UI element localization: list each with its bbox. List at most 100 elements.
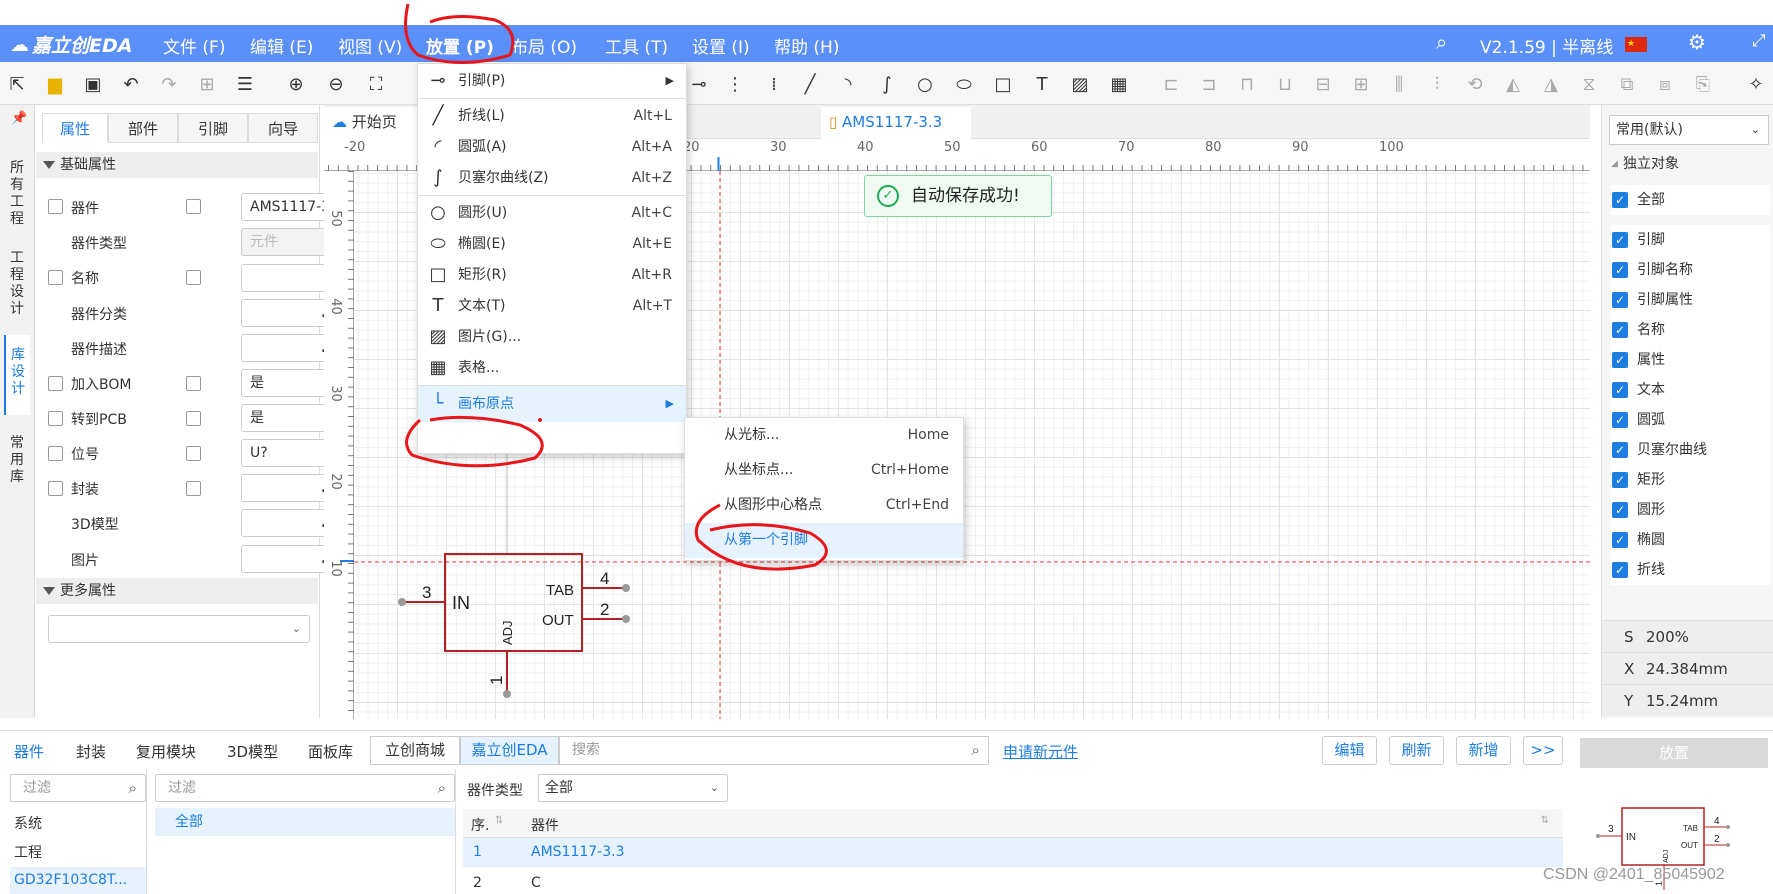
select-icon[interactable]: ⇱ (6, 73, 28, 95)
pin-panel-icon[interactable]: 📌 (11, 111, 27, 126)
tree-filter-input[interactable]: 过滤 ⌕ (10, 774, 146, 802)
folder-icon[interactable]: ▆ (44, 73, 66, 95)
filter-item-all[interactable]: ✓ 全部 (1611, 185, 1771, 215)
menu-item-arc[interactable]: ◜ 圆弧(A) Alt+A (418, 130, 686, 164)
source-lcsc[interactable]: 立创商城 (370, 736, 460, 765)
menu-item-bezier[interactable]: ∫ 贝塞尔曲线(Z) Alt+Z (418, 161, 686, 195)
type-select[interactable]: 全部 ⌄ (538, 774, 728, 802)
filter-item-pin-name[interactable]: ✓ 引脚名称 (1611, 255, 1771, 285)
search-icon[interactable]: ⌕ (438, 775, 446, 801)
table-row[interactable]: 1 AMS1117-3.3 (463, 838, 1563, 867)
btab-3d-models[interactable]: 3D模型 (227, 741, 278, 762)
vtab-project-design[interactable]: 工程设计 (4, 250, 30, 320)
section-basic[interactable]: 基础属性 (36, 152, 318, 178)
tab-properties[interactable]: 属性 (42, 113, 108, 143)
image-tool-icon[interactable]: ▨ (1069, 73, 1091, 95)
arc-tool-icon[interactable]: ◝ (837, 73, 859, 95)
rotate-icon[interactable]: ⟲ (1464, 73, 1486, 95)
bom-checkbox[interactable] (48, 376, 63, 391)
submenu-from-first-pin[interactable]: 从第一个引脚 (685, 523, 963, 558)
vtab-common-library[interactable]: 常用库 (4, 435, 30, 505)
ellipse-tool-icon[interactable]: ⬭ (953, 73, 975, 95)
col-device[interactable]: 器件 (531, 815, 559, 835)
front-icon[interactable]: ⧉ (1616, 73, 1638, 95)
filter-item-text[interactable]: ✓ 文本 (1611, 375, 1771, 405)
menu-layout[interactable]: 布局 (O) (511, 33, 577, 58)
submenu-from-center-grid[interactable]: 从图形中心格点 Ctrl+End (685, 488, 963, 523)
align-left-icon[interactable]: ⊏ (1160, 73, 1182, 95)
menu-item-pin[interactable]: ⊸ 引脚(P) ▶ (418, 64, 686, 98)
filter-item-attr[interactable]: ✓ 属性 (1611, 345, 1771, 375)
find-icon[interactable]: ☰ (234, 73, 256, 95)
source-jlceda[interactable]: 嘉立创EDA (460, 736, 559, 765)
refresh-button[interactable]: 刷新 (1389, 736, 1444, 765)
expand-icon[interactable]: ⤢ (1752, 31, 1766, 51)
copy-icon[interactable]: ⎘ (1692, 73, 1714, 95)
submenu-from-cursor[interactable]: 从光标... Home (685, 418, 963, 453)
back-icon[interactable]: ⧈ (1654, 73, 1676, 95)
bezier-tool-icon[interactable]: ∫ (876, 73, 898, 95)
designator-lock-checkbox[interactable] (186, 446, 201, 461)
submenu-from-coordinate[interactable]: 从坐标点... Ctrl+Home (685, 453, 963, 488)
menu-item-polyline[interactable]: ╱ 折线(L) Alt+L (418, 99, 686, 133)
name-checkbox[interactable] (48, 270, 63, 285)
group-icon[interactable]: ⊞ (196, 73, 218, 95)
distribute-v-icon[interactable]: ⫶ (1426, 73, 1448, 95)
menu-item-circle[interactable]: ○ 圆形(U) Alt+C (418, 196, 686, 230)
align-hcenter-icon[interactable]: ⊟ (1312, 73, 1334, 95)
align-top-icon[interactable]: ⊓ (1236, 73, 1258, 95)
edit-button[interactable]: 编辑 (1322, 736, 1377, 765)
align-bottom-icon[interactable]: ⊔ (1274, 73, 1296, 95)
menu-help[interactable]: 帮助 (H) (774, 33, 839, 58)
rect-tool-icon[interactable]: □ (992, 73, 1014, 95)
menu-item-text[interactable]: T 文本(T) Alt+T (418, 289, 686, 323)
filter-item-pin-attr[interactable]: ✓ 引脚属性 (1611, 285, 1771, 315)
btab-panel-library[interactable]: 面板库 (308, 741, 353, 762)
align-right-icon[interactable]: ⊐ (1198, 73, 1220, 95)
menu-file[interactable]: 文件 (F) (163, 33, 225, 58)
circle-tool-icon[interactable]: ○ (914, 73, 936, 95)
filter-item-arc[interactable]: ✓ 圆弧 (1611, 405, 1771, 435)
menu-item-table[interactable]: ▦ 表格... (418, 351, 686, 385)
device-lock-checkbox[interactable] (186, 199, 201, 214)
filter-item-name[interactable]: ✓ 名称 (1611, 315, 1771, 345)
category-all[interactable]: 全部 (155, 808, 455, 836)
flag-icon[interactable]: ★ (1625, 37, 1647, 52)
sort-icon[interactable]: ⇅ (1541, 815, 1549, 826)
search-icon[interactable]: ⌕ (972, 737, 980, 763)
menu-item-image[interactable]: ▨ 图片(G)... (418, 320, 686, 354)
bom-lock-checkbox[interactable] (186, 376, 201, 391)
filter-item-ellipse[interactable]: ✓ 椭圆 (1611, 525, 1771, 555)
menu-item-canvas-origin[interactable]: └ 画布原点 ▶ (418, 386, 686, 422)
distribute-h-icon[interactable]: ⫼ (1388, 73, 1410, 95)
menu-place[interactable]: 放置 (P) (426, 33, 494, 58)
vtab-library-design[interactable]: 库设计 (4, 335, 30, 415)
filter-item-rect[interactable]: ✓ 矩形 (1611, 465, 1771, 495)
tab-wizard[interactable]: 向导 (248, 113, 318, 143)
filter-preset-select[interactable]: 常用(默认) ⌄ (1609, 115, 1769, 145)
tab-start-page[interactable]: ☁ 开始页 (324, 107, 419, 139)
menu-tools[interactable]: 工具 (T) (605, 33, 668, 58)
menu-settings[interactable]: 设置 (I) (692, 33, 750, 58)
redo-icon[interactable]: ↷ (158, 73, 180, 95)
polyline-tool-icon[interactable]: ╱ (799, 73, 821, 95)
text-tool-icon[interactable]: T (1031, 73, 1053, 95)
tree-item-project[interactable]: 工程 (14, 842, 42, 862)
tab-ams1117[interactable]: ▯ AMS1117-3.3 (821, 107, 971, 139)
menu-view[interactable]: 视图 (V) (338, 33, 402, 58)
expand-button[interactable]: >> (1523, 736, 1563, 765)
btab-devices[interactable]: 器件 (14, 741, 44, 762)
zoom-out-icon[interactable]: ⊖ (325, 73, 347, 95)
save-icon[interactable]: ▣ (82, 73, 104, 95)
btab-reuse-blocks[interactable]: 复用模块 (136, 741, 196, 762)
section-more[interactable]: 更多属性 (36, 578, 318, 604)
vtab-all-projects[interactable]: 所有工程 (4, 160, 30, 230)
filter-item-bezier[interactable]: ✓ 贝塞尔曲线 (1611, 435, 1771, 465)
pin-tool-icon[interactable]: ⊸ (688, 73, 710, 95)
footprint-lock-checkbox[interactable] (186, 481, 201, 496)
more-props-select[interactable]: ⌄ (48, 615, 310, 643)
add-button[interactable]: 新增 (1456, 736, 1511, 765)
col-index[interactable]: 序. (471, 815, 489, 835)
filter-item-polyline[interactable]: ✓ 折线 (1611, 555, 1771, 585)
device-checkbox[interactable] (48, 199, 63, 214)
